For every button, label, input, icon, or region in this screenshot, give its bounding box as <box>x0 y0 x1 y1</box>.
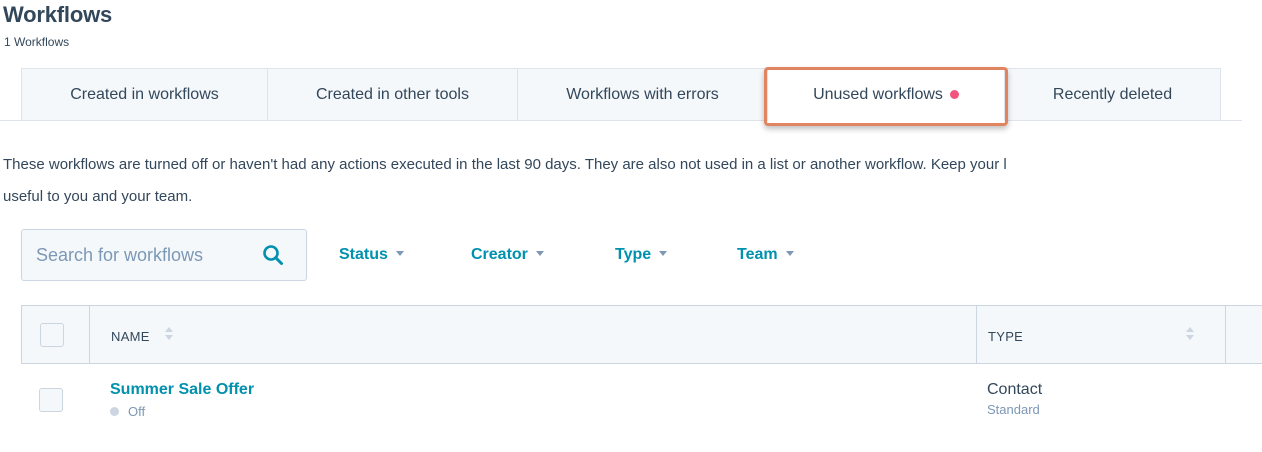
column-label: NAME <box>111 329 150 344</box>
search-icon[interactable] <box>262 244 284 266</box>
tab-created-in-other-tools[interactable]: Created in other tools <box>267 68 518 120</box>
column-divider <box>89 306 90 364</box>
sort-icon[interactable] <box>1186 327 1194 340</box>
workflow-subtype: Standard <box>987 402 1040 417</box>
tab-created-in-workflows[interactable]: Created in workflows <box>21 68 268 120</box>
caret-down-icon <box>535 251 544 256</box>
description-line-2: useful to you and your team. <box>3 188 193 205</box>
search-input[interactable] <box>22 230 266 280</box>
notification-dot <box>949 89 959 99</box>
workflow-status: Off <box>110 404 145 419</box>
creator-filter-dropdown[interactable]: Creator <box>471 246 544 264</box>
tab-label: Workflows with errors <box>566 85 719 103</box>
column-label: TYPE <box>988 329 1024 344</box>
tabs-divider <box>0 120 1242 121</box>
filter-label: Creator <box>471 246 528 263</box>
workflows-table: NAME TYPE Summer Sale Offer Off Contact … <box>21 305 1262 425</box>
page-title: Workflows <box>3 2 113 27</box>
description-line-1: These workflows are turned off or haven'… <box>3 156 1007 173</box>
type-column-header[interactable]: TYPE <box>988 329 1023 344</box>
status-label: Off <box>128 404 146 419</box>
table-header: NAME TYPE <box>21 305 1262 364</box>
column-divider <box>1225 306 1226 364</box>
select-all-checkbox[interactable] <box>40 323 64 347</box>
tab-recently-deleted[interactable]: Recently deleted <box>1004 68 1221 120</box>
name-column-header[interactable]: NAME <box>111 329 150 344</box>
caret-down-icon <box>395 251 404 256</box>
column-divider <box>976 306 977 364</box>
filter-label: Status <box>339 246 388 263</box>
tab-unused-workflows[interactable]: Unused workflows <box>767 68 1005 121</box>
tab-label: Recently deleted <box>1052 85 1173 103</box>
type-filter-dropdown[interactable]: Type <box>615 246 668 264</box>
workflow-name-link[interactable]: Summer Sale Offer <box>110 381 254 399</box>
tab-label: Unused workflows <box>813 86 943 103</box>
tab-workflows-with-errors[interactable]: Workflows with errors <box>517 68 768 120</box>
caret-down-icon <box>659 251 668 256</box>
status-dot-icon <box>110 407 119 416</box>
row-checkbox[interactable] <box>39 388 63 412</box>
tab-label: Created in other tools <box>316 85 469 103</box>
team-filter-dropdown[interactable]: Team <box>737 246 794 264</box>
caret-down-icon <box>785 251 794 256</box>
unused-workflows-description: These workflows are turned off or haven'… <box>3 149 1243 213</box>
workflows-page: Workflows 1 Workflows Created in workflo… <box>0 0 1262 452</box>
workflow-count: 1 Workflows <box>4 35 70 49</box>
sort-icon[interactable] <box>165 327 173 340</box>
filter-label: Team <box>737 246 778 263</box>
tab-label: Created in workflows <box>70 85 219 103</box>
search-box <box>21 229 307 281</box>
workflow-type: Contact <box>987 381 1043 398</box>
filter-label: Type <box>615 246 652 263</box>
status-filter-dropdown[interactable]: Status <box>339 246 404 264</box>
